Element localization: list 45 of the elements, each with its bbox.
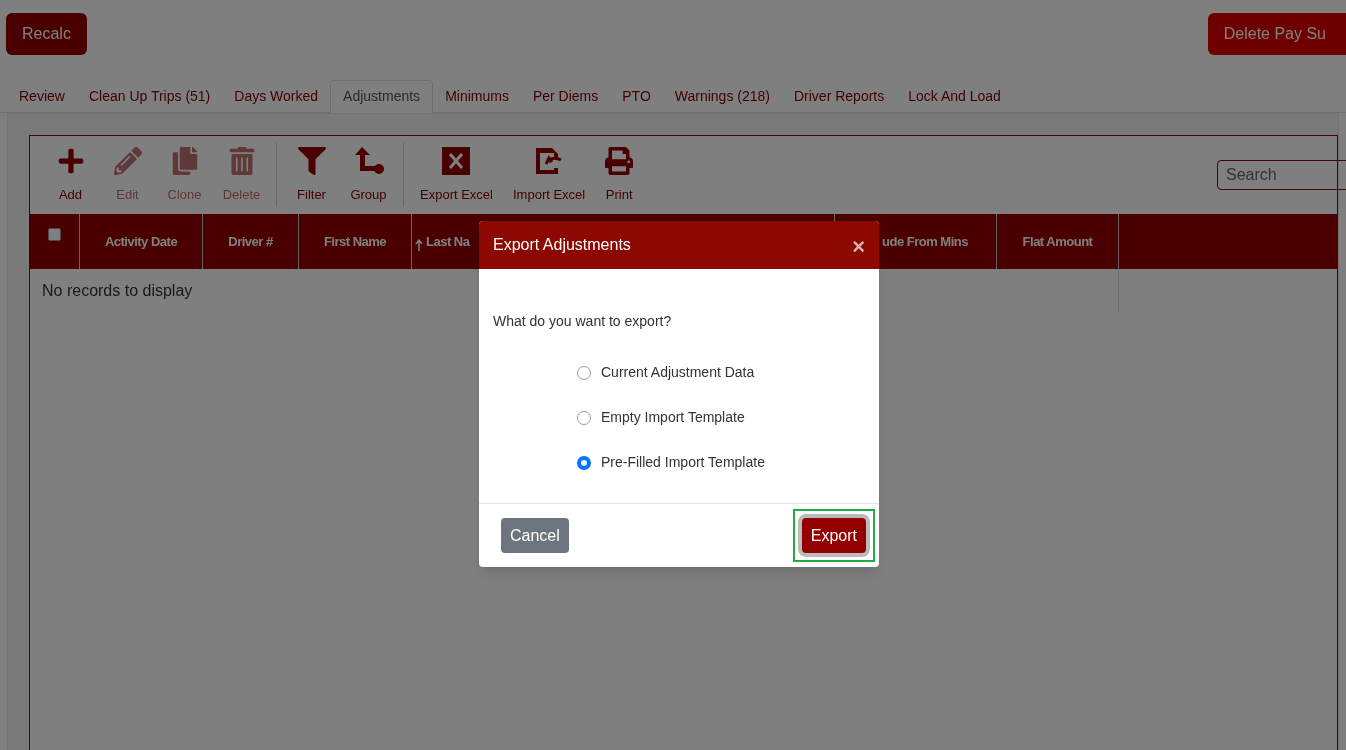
radio-option[interactable]: Empty Import Template <box>577 407 865 428</box>
print-icon <box>605 147 634 176</box>
toolbar-button[interactable]: Print <box>595 145 644 205</box>
tab[interactable]: Driver Reports <box>782 80 897 113</box>
dialog-title: Export Adjustments <box>493 235 631 255</box>
action-button[interactable]: Recalc <box>6 13 87 55</box>
sort-arrow-icon <box>415 238 423 251</box>
tab[interactable]: Review <box>7 80 77 113</box>
copy-icon <box>170 147 199 176</box>
radio-button[interactable] <box>577 455 591 470</box>
column-header[interactable]: ude From Mins <box>882 231 968 252</box>
toolbar-button[interactable]: Import Excel <box>503 145 596 205</box>
search-field[interactable]: Search <box>1217 160 1346 190</box>
trash-icon <box>227 147 256 176</box>
close-button[interactable]: × <box>852 236 865 258</box>
cancel-button[interactable]: Cancel <box>501 518 569 553</box>
radio-button[interactable] <box>577 410 591 425</box>
tab[interactable]: Minimums <box>433 80 521 113</box>
column-header[interactable]: First Name <box>323 231 387 252</box>
toolbar-button[interactable]: Filter <box>283 145 340 205</box>
toolbar-button[interactable]: Add <box>42 145 99 205</box>
tab[interactable]: PTO <box>610 80 663 113</box>
tab[interactable]: Warnings (218) <box>662 80 782 113</box>
excel-icon <box>442 147 471 176</box>
select-all-checkbox[interactable] <box>48 228 61 241</box>
column-header[interactable]: Flat Amount <box>1022 231 1093 252</box>
tab[interactable]: Days Worked <box>222 80 331 113</box>
pencil-icon <box>113 147 142 176</box>
plus-icon <box>56 147 85 176</box>
radio-button[interactable] <box>577 365 591 380</box>
action-button[interactable]: Delete Pay Su <box>1207 13 1346 55</box>
toolbar-button[interactable]: Export Excel <box>410 145 503 205</box>
radio-option[interactable]: Current Adjustment Data <box>577 362 865 383</box>
empty-message: No records to display <box>42 281 193 301</box>
column-header[interactable]: Last Na <box>415 231 470 252</box>
toolbar-button[interactable]: Group <box>340 145 397 205</box>
tab[interactable]: Per Diems <box>520 80 611 113</box>
tab[interactable]: Lock And Load <box>896 80 1013 113</box>
radio-option[interactable]: Pre-Filled Import Template <box>577 452 865 473</box>
column-header[interactable]: Activity Date <box>104 231 178 252</box>
column-header[interactable]: Driver # <box>228 231 273 252</box>
tab[interactable]: Adjustments <box>330 80 434 113</box>
dialog-question: What do you want to export? <box>493 312 673 331</box>
tab[interactable]: Clean Up Trips (51) <box>76 80 223 113</box>
filter-icon <box>297 147 326 176</box>
